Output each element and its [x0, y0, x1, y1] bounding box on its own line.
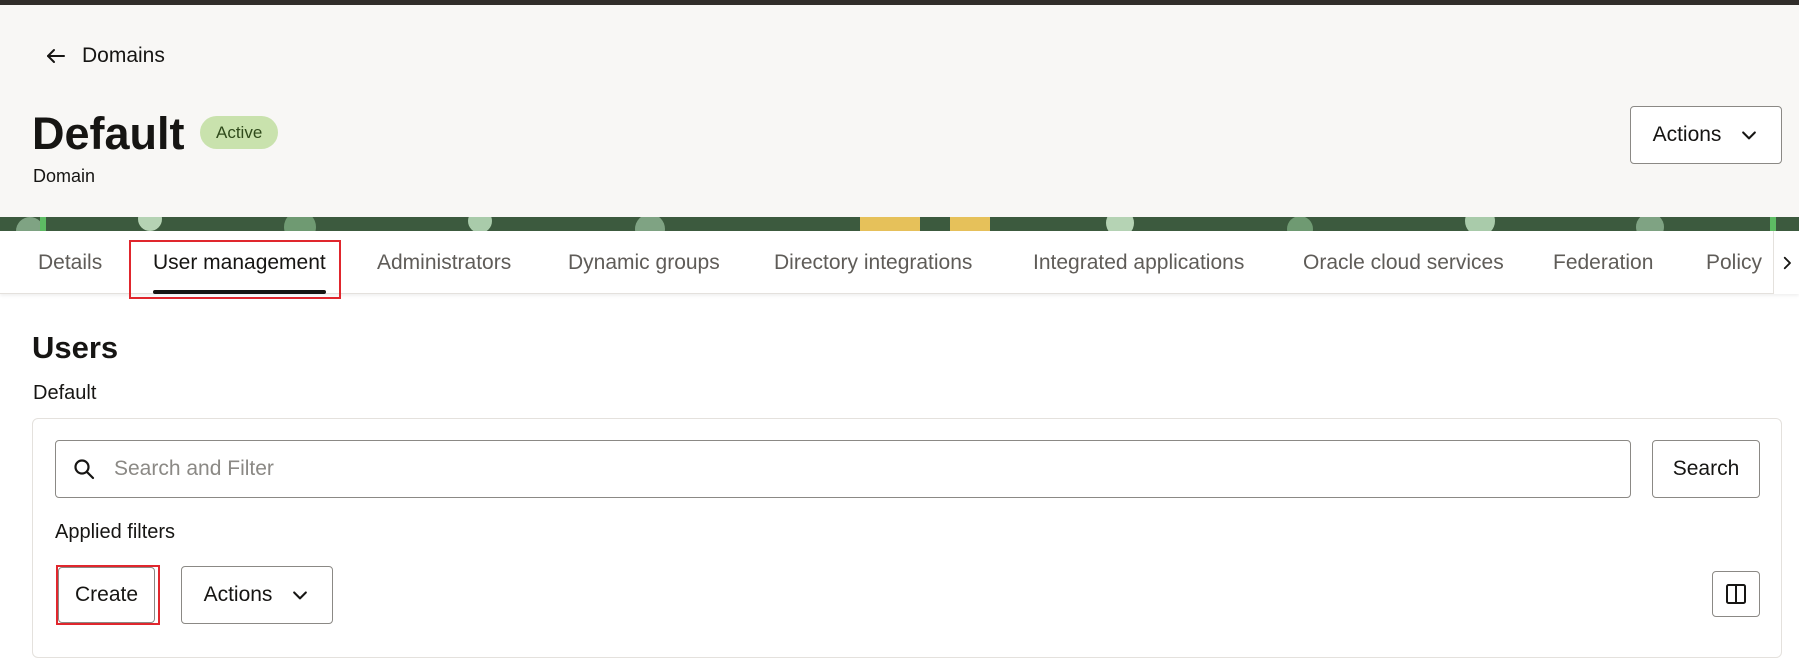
tab-policy[interactable]: Policy	[1706, 231, 1762, 294]
tab-oracle-cloud-services[interactable]: Oracle cloud services	[1303, 231, 1504, 294]
tab-details[interactable]: Details	[38, 231, 102, 294]
applied-filters-label: Applied filters	[55, 521, 176, 543]
search-icon	[74, 459, 95, 480]
back-to-domains-link[interactable]: Domains	[44, 44, 165, 68]
tab-directory-integrations[interactable]: Directory integrations	[774, 231, 972, 294]
column-layout-button[interactable]	[1712, 571, 1760, 617]
chevron-down-icon	[293, 591, 308, 600]
tab-administrators[interactable]: Administrators	[377, 231, 511, 294]
create-button[interactable]: Create	[58, 567, 155, 623]
chevron-down-icon	[1742, 131, 1757, 140]
toolbar-actions-label: Actions	[203, 583, 273, 606]
search-input[interactable]	[114, 457, 1564, 481]
tab-user-management[interactable]: User management	[153, 231, 326, 294]
back-link-label: Domains	[82, 44, 165, 67]
chevron-right-icon	[1783, 256, 1791, 269]
tab-dynamic-groups[interactable]: Dynamic groups	[568, 231, 720, 294]
page-header	[0, 5, 1799, 217]
tab-scroll-right-button[interactable]	[1773, 231, 1799, 294]
tab-integrated-applications[interactable]: Integrated applications	[1033, 231, 1244, 294]
tab-bar: Details User management Administrators D…	[0, 231, 1799, 294]
tab-federation[interactable]: Federation	[1553, 231, 1653, 294]
header-actions-button[interactable]: Actions	[1630, 106, 1782, 164]
page-title: Default	[32, 108, 185, 159]
toolbar-actions-button[interactable]: Actions	[181, 566, 333, 624]
decorative-banner	[0, 217, 1799, 231]
page-subtitle: Domain	[33, 166, 96, 186]
search-button[interactable]: Search	[1652, 440, 1760, 498]
search-field[interactable]	[55, 440, 1631, 498]
section-title: Users	[32, 330, 119, 365]
header-actions-label: Actions	[1652, 123, 1722, 146]
section-subtitle: Default	[33, 382, 97, 404]
status-badge: Active	[200, 116, 279, 149]
columns-icon	[1726, 584, 1746, 604]
arrow-left-icon	[47, 49, 65, 63]
